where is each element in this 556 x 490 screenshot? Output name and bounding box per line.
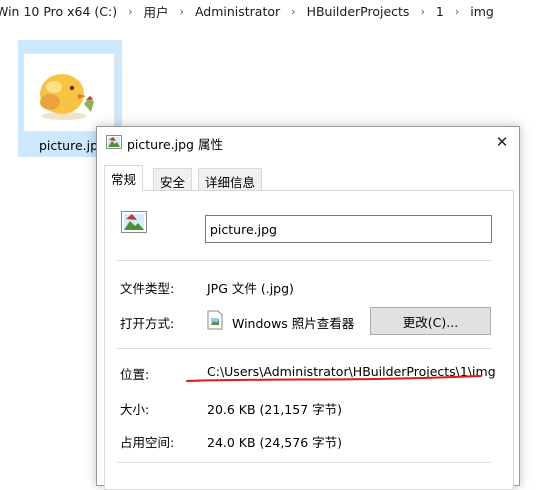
open-with-label: 打开方式: [120, 316, 175, 331]
breadcrumb-administrator[interactable]: Administrator [193, 4, 282, 19]
chick-thumbnail-image [40, 74, 94, 120]
file-type-value: JPG 文件 (.jpg) [207, 281, 294, 296]
address-breadcrumb: Win 10 Pro x64 (C:) › 用户 › Administrator… [0, 0, 556, 22]
breadcrumb-1[interactable]: 1 [434, 4, 446, 19]
size-value: 20.6 KB (21,157 字节) [207, 402, 343, 417]
chevron-right-icon: › [420, 4, 425, 18]
dialog-titlebar[interactable]: picture.jpg 属性 ✕ [97, 127, 519, 157]
tab-strip: 常规 安全 详细信息 [104, 165, 514, 191]
tab-security[interactable]: 安全 [153, 168, 193, 190]
breadcrumb-img[interactable]: img [468, 4, 496, 19]
open-with-value: Windows 照片查看器 [232, 316, 355, 331]
change-button[interactable]: 更改(C)... [370, 307, 491, 335]
disk-size-value: 24.0 KB (24,576 字节) [207, 435, 343, 450]
chevron-right-icon: › [291, 4, 296, 18]
image-file-icon [121, 211, 147, 236]
file-type-label: 文件类型: [120, 281, 175, 296]
chevron-right-icon: › [128, 4, 133, 18]
size-label: 大小: [120, 402, 150, 417]
filename-field[interactable] [205, 215, 492, 243]
properties-dialog: picture.jpg 属性 ✕ 常规 安全 详细信息 文件类型: JPG 文件… [96, 126, 520, 490]
divider [116, 462, 492, 463]
divider [116, 348, 492, 349]
image-file-icon [106, 135, 122, 152]
close-icon[interactable]: ✕ [485, 127, 519, 157]
location-label: 位置: [120, 367, 150, 382]
file-thumbnail [23, 53, 115, 132]
dialog-title: picture.jpg 属性 [127, 137, 223, 152]
tab-details[interactable]: 详细信息 [198, 168, 263, 190]
breadcrumb-users[interactable]: 用户 [142, 2, 171, 21]
disk-size-label: 占用空间: [120, 435, 175, 450]
red-underline-annotation [186, 375, 482, 382]
chevron-right-icon: › [179, 4, 184, 18]
photo-viewer-icon [207, 310, 223, 333]
breadcrumb-drive[interactable]: Win 10 Pro x64 (C:) [0, 4, 119, 19]
breadcrumb-hbuilderprojects[interactable]: HBuilderProjects [305, 4, 412, 19]
tab-general[interactable]: 常规 [104, 165, 144, 191]
divider [116, 260, 492, 261]
chevron-right-icon: › [454, 4, 460, 18]
